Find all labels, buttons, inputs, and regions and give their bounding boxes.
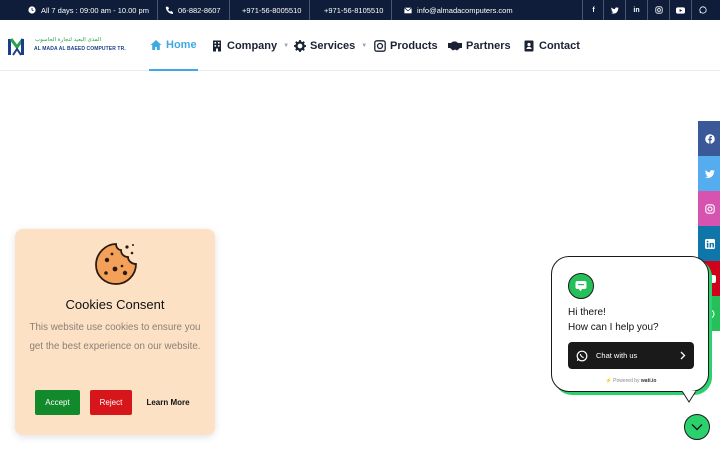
nav-contact[interactable]: Contact	[523, 20, 580, 71]
learn-more-link[interactable]: Learn More	[141, 390, 195, 415]
nav-services[interactable]: Services ▼	[294, 20, 367, 71]
cookie-title: Cookies Consent	[65, 297, 165, 312]
chat-prompt: How can I help you?	[568, 322, 659, 333]
powered-by-brand: wati.io	[640, 378, 657, 384]
side-twitter-icon[interactable]	[698, 156, 720, 191]
logo-english-text: AL MADA AL BAEED COMPUTER TR.	[34, 46, 126, 52]
handshake-icon	[448, 41, 462, 50]
top-bar: All 7 days : 09:00 am - 10.00 pm 06-882-…	[0, 0, 720, 20]
nav-company[interactable]: Company ▼	[211, 20, 289, 71]
chat-widget-popup: Hi there! How can I help you? Chat with …	[551, 256, 710, 403]
nav-products-label: Products	[390, 39, 438, 52]
hours-text: All 7 days : 09:00 am - 10.00 pm	[41, 5, 149, 15]
accept-button[interactable]: Accept	[35, 390, 80, 415]
nav-company-label: Company	[227, 39, 278, 52]
building-icon	[213, 40, 221, 51]
nav-contact-label: Contact	[539, 39, 580, 52]
reject-button[interactable]: Reject	[90, 390, 132, 415]
whatsapp-icon[interactable]	[691, 0, 713, 20]
clock-icon	[28, 6, 36, 14]
envelope-icon	[404, 6, 412, 13]
phone-text-3: +971-56-8105510	[324, 5, 384, 15]
phone-text-1: 06-882-8607	[178, 5, 221, 15]
chat-toggle-button[interactable]	[684, 414, 710, 440]
nav-services-label: Services	[310, 39, 356, 52]
phone-text-2: +971-56-8005510	[242, 5, 302, 15]
chevron-down-icon: ▼	[283, 42, 290, 49]
youtube-icon[interactable]	[669, 0, 691, 20]
side-instagram-icon[interactable]	[698, 191, 720, 226]
nav-home[interactable]: Home	[149, 20, 198, 71]
phone-link-2[interactable]: +971-56-8005510	[234, 0, 311, 20]
nav-partners-label: Partners	[466, 39, 511, 52]
gear-icon	[294, 39, 306, 52]
cookie-consent-panel: Cookies Consent This website use cookies…	[15, 229, 215, 435]
email-text: info@almadacomputers.com	[417, 5, 513, 15]
side-linkedin-icon[interactable]	[698, 226, 720, 261]
chevron-right-icon	[680, 351, 686, 360]
phone-link-1[interactable]: 06-882-8607	[157, 0, 230, 20]
side-facebook-icon[interactable]	[698, 121, 720, 156]
nav-home-label: Home	[166, 38, 197, 51]
chat-tail	[682, 391, 696, 403]
logo-arabic-text: المدى البعيد لتجارة الحاسوب	[35, 37, 102, 43]
powered-by[interactable]: ⚡ Powered by wati.io	[552, 378, 710, 384]
lightning-icon: ⚡	[605, 378, 612, 384]
chat-bubble-icon	[568, 273, 594, 299]
chevron-down-icon	[691, 424, 703, 431]
products-icon	[374, 39, 386, 52]
facebook-icon[interactable]: f	[582, 0, 604, 20]
chat-with-us-button[interactable]: Chat with us	[568, 342, 694, 369]
linkedin-icon[interactable]: in	[625, 0, 647, 20]
nav-products[interactable]: Products	[374, 20, 438, 71]
cookie-description: This website use cookies to ensure you g…	[29, 322, 201, 352]
site-header: المدى البعيد لتجارة الحاسوب AL MADA AL B…	[0, 20, 720, 71]
email-link[interactable]: info@almadacomputers.com	[396, 0, 521, 20]
home-icon	[150, 39, 162, 50]
chevron-down-icon: ▼	[361, 42, 368, 49]
phone-link-3[interactable]: +971-56-8105510	[316, 0, 393, 20]
chat-greeting: Hi there!	[568, 307, 606, 318]
instagram-icon[interactable]	[647, 0, 669, 20]
whatsapp-icon	[576, 350, 588, 361]
powered-by-prefix: Powered by	[613, 378, 640, 384]
contact-book-icon	[524, 40, 534, 51]
nav-partners[interactable]: Partners	[448, 20, 511, 71]
cookie-icon	[95, 243, 137, 285]
hours-info: All 7 days : 09:00 am - 10.00 pm	[20, 0, 158, 20]
chat-button-label: Chat with us	[596, 351, 638, 360]
site-logo[interactable]: المدى البعيد لتجارة الحاسوب AL MADA AL B…	[7, 37, 126, 57]
logo-mark-icon	[8, 38, 25, 56]
phone-icon	[165, 6, 173, 14]
twitter-icon[interactable]	[603, 0, 625, 20]
